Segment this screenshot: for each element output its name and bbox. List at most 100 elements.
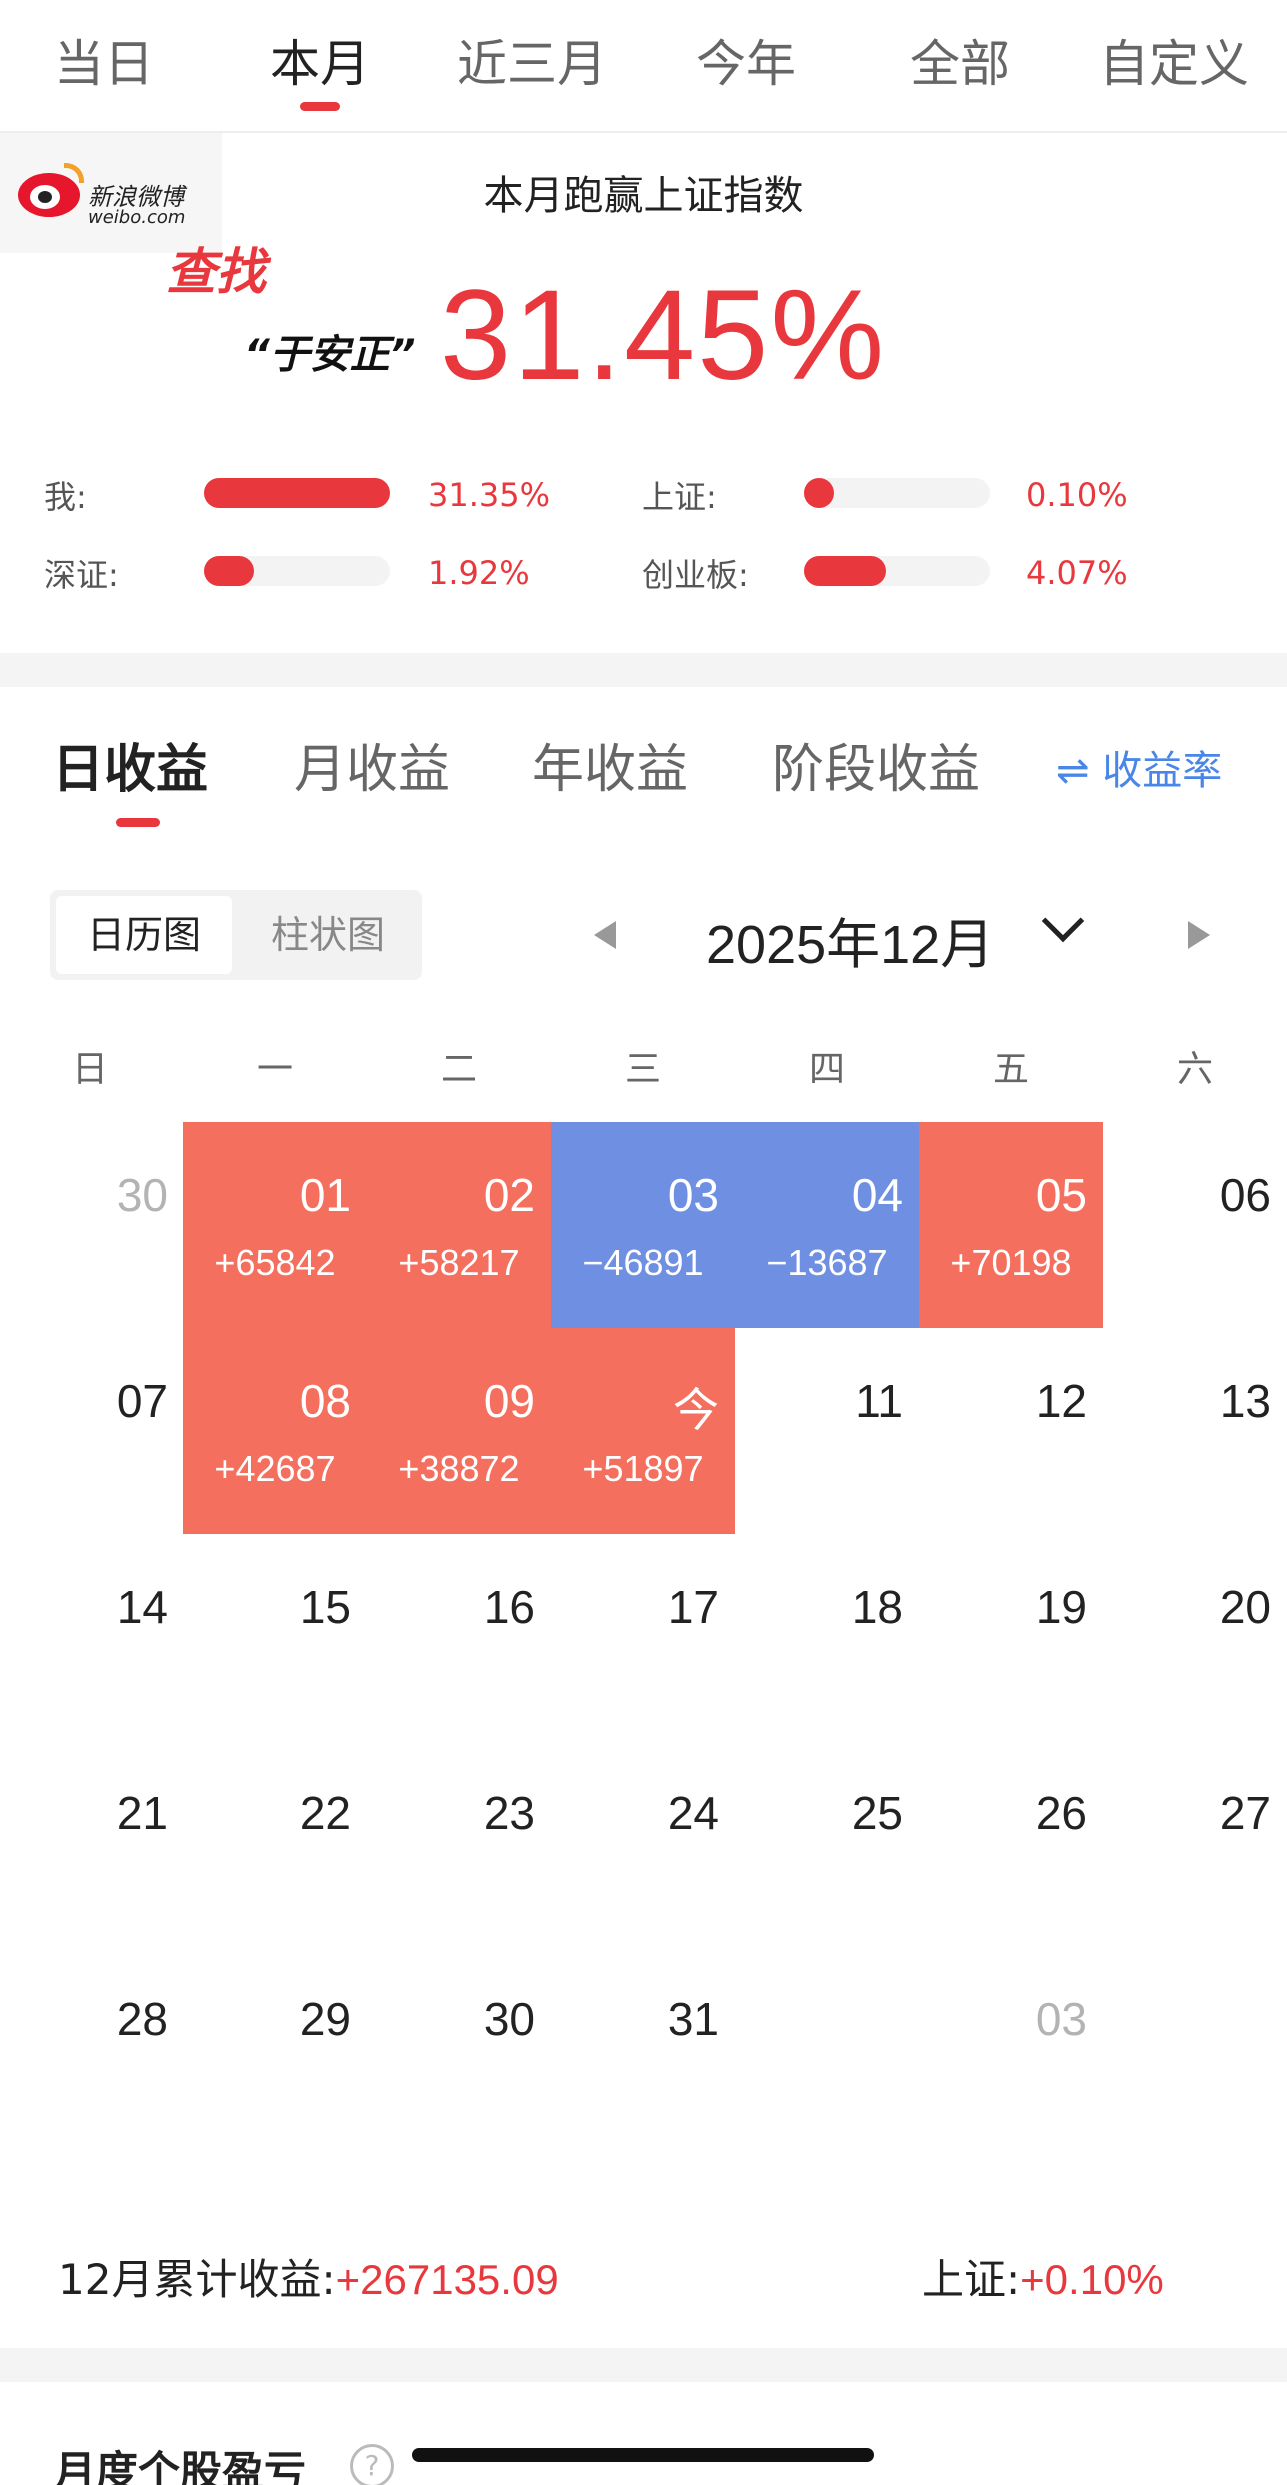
watermark-find-text: 查找 bbox=[166, 243, 266, 301]
calendar-day-return: +58217 bbox=[398, 1242, 520, 1283]
calendar-day-cell[interactable]: 29 bbox=[183, 1946, 367, 2152]
monthly-total: 12月累计收益:+267135.09 bbox=[58, 2246, 559, 2307]
calendar-day-cell[interactable]: 09 +38872 bbox=[367, 1328, 551, 1534]
calendar-day-number: 09 bbox=[483, 1375, 535, 1427]
home-indicator bbox=[412, 2448, 874, 2462]
next-month-icon[interactable] bbox=[1188, 921, 1210, 949]
tab-daily-return[interactable]: 日收益 bbox=[52, 727, 208, 802]
chevron-down-icon[interactable] bbox=[1041, 899, 1085, 943]
tab-today[interactable]: 当日 bbox=[4, 24, 204, 96]
return-rate-toggle[interactable]: ⇌ 收益率 bbox=[1056, 738, 1222, 796]
calendar-day-number: 13 bbox=[1219, 1375, 1271, 1427]
calendar-day-return: +51897 bbox=[582, 1448, 704, 1489]
calendar-day-cell[interactable]: 28 bbox=[0, 1946, 184, 2152]
calendar-day-cell[interactable]: 03 bbox=[919, 1946, 1103, 2152]
calendar-day-number: 18 bbox=[851, 1581, 903, 1633]
calendar-day-cell[interactable]: 11 bbox=[735, 1328, 919, 1534]
prev-month-icon[interactable] bbox=[594, 921, 616, 949]
calendar-day-cell[interactable]: 02 +58217 bbox=[367, 1122, 551, 1328]
calendar-day-number: 16 bbox=[483, 1581, 535, 1633]
calendar-day-return: +38872 bbox=[398, 1448, 520, 1489]
calendar-day-number: 22 bbox=[299, 1787, 351, 1839]
active-return-tab-indicator bbox=[116, 818, 160, 827]
weekday-mon: 一 bbox=[256, 1049, 293, 1090]
calendar-day-cell[interactable]: 20 bbox=[1103, 1534, 1287, 1740]
calendar-day-number: 15 bbox=[299, 1581, 351, 1633]
calendar-day-number: 19 bbox=[1035, 1581, 1087, 1633]
calendar-day-number: 01 bbox=[299, 1169, 351, 1221]
calendar-day-cell[interactable]: 01 +65842 bbox=[183, 1122, 367, 1328]
stat-bar-chinext bbox=[804, 556, 990, 586]
tab-custom[interactable]: 自定义 bbox=[1074, 24, 1274, 96]
calendar-day-number: 03 bbox=[1035, 1993, 1087, 2045]
calendar-day-number: 26 bbox=[1035, 1787, 1087, 1839]
bar-view-button[interactable]: 柱状图 bbox=[240, 896, 416, 974]
calendar-day-return: −13687 bbox=[766, 1242, 888, 1283]
stat-value-chinext: 4.07% bbox=[1026, 554, 1128, 592]
tab-period-return[interactable]: 阶段收益 bbox=[772, 727, 980, 802]
stat-label-shenzhen: 深证: bbox=[44, 556, 119, 594]
calendar-day-cell[interactable]: 14 bbox=[0, 1534, 184, 1740]
calendar-view-button[interactable]: 日历图 bbox=[56, 896, 232, 974]
section-divider bbox=[0, 2348, 1287, 2382]
weekday-sat: 六 bbox=[1176, 1049, 1213, 1090]
calendar-day-cell[interactable]: 18 bbox=[735, 1534, 919, 1740]
section-title: 月度个股盈亏 bbox=[54, 2447, 307, 2485]
calendar-day-number: 今 bbox=[673, 1384, 719, 1436]
calendar-day-cell[interactable]: 30 bbox=[0, 1122, 184, 1328]
calendar-day-number: 30 bbox=[483, 1993, 535, 2045]
calendar-day-cell[interactable]: 30 bbox=[367, 1946, 551, 2152]
calendar-day-cell[interactable]: 12 bbox=[919, 1328, 1103, 1534]
stat-bar-fill bbox=[204, 556, 255, 586]
tab-this-month[interactable]: 本月 bbox=[220, 24, 420, 111]
calendar-day-cell[interactable]: 31 bbox=[551, 1946, 735, 2152]
calendar-day-number: 03 bbox=[667, 1169, 719, 1221]
calendar-day-number: 29 bbox=[299, 1993, 351, 2045]
calendar-day-cell[interactable]: 08 +42687 bbox=[183, 1328, 367, 1534]
calendar-day-number: 04 bbox=[851, 1169, 903, 1221]
calendar-day-cell[interactable]: 13 bbox=[1103, 1328, 1287, 1534]
month-title[interactable]: 2025年12月 bbox=[706, 900, 994, 979]
calendar-day-cell[interactable]: 05 +70198 bbox=[919, 1122, 1103, 1328]
calendar-day-number: 17 bbox=[667, 1581, 719, 1633]
calendar-day-cell[interactable]: 07 bbox=[0, 1328, 184, 1534]
calendar-day-number: 14 bbox=[116, 1581, 168, 1633]
calendar-day-cell[interactable]: 21 bbox=[0, 1740, 184, 1946]
calendar-day-cell[interactable]: 15 bbox=[183, 1534, 367, 1740]
calendar-day-cell[interactable]: 03 −46891 bbox=[551, 1122, 735, 1328]
stat-bar-me bbox=[204, 478, 390, 508]
tab-yearly-return[interactable]: 年收益 bbox=[532, 727, 688, 802]
help-icon[interactable]: ? bbox=[350, 2444, 394, 2485]
shanghai-value: +0.10% bbox=[1020, 2256, 1164, 2303]
view-toggle: 日历图 柱状图 bbox=[50, 890, 422, 980]
calendar-day-cell[interactable]: 06 bbox=[1103, 1122, 1287, 1328]
stat-label-me: 我: bbox=[44, 478, 87, 516]
weekday-thu: 四 bbox=[808, 1049, 845, 1090]
stat-bar-shenzhen bbox=[204, 556, 390, 586]
calendar-day-number: 23 bbox=[483, 1787, 535, 1839]
tab-all[interactable]: 全部 bbox=[860, 24, 1060, 96]
monthly-total-value: +267135.09 bbox=[335, 2256, 559, 2303]
calendar-day-cell[interactable]: 27 bbox=[1103, 1740, 1287, 1946]
tab-monthly-return[interactable]: 月收益 bbox=[294, 727, 450, 802]
calendar-day-cell[interactable]: 今 +51897 bbox=[551, 1328, 735, 1534]
stat-value-me: 31.35% bbox=[428, 476, 551, 514]
tab-this-year[interactable]: 今年 bbox=[646, 24, 846, 96]
active-tab-indicator bbox=[300, 102, 340, 111]
weekday-wed: 三 bbox=[624, 1049, 661, 1090]
calendar-day-cell[interactable]: 17 bbox=[551, 1534, 735, 1740]
calendar-day-cell[interactable]: 22 bbox=[183, 1740, 367, 1946]
calendar-day-cell[interactable]: 26 bbox=[919, 1740, 1103, 1946]
calendar-day-cell[interactable]: 24 bbox=[551, 1740, 735, 1946]
calendar-day-cell[interactable]: 25 bbox=[735, 1740, 919, 1946]
shanghai-label: 上证: bbox=[922, 2255, 1021, 2304]
calendar-day-cell[interactable]: 23 bbox=[367, 1740, 551, 1946]
calendar-day-cell[interactable]: 16 bbox=[367, 1534, 551, 1740]
calendar-day-cell[interactable]: 19 bbox=[919, 1534, 1103, 1740]
section-divider bbox=[0, 653, 1287, 687]
calendar-day-return: +65842 bbox=[214, 1242, 336, 1283]
tab-last-three-months[interactable]: 近三月 bbox=[432, 24, 632, 96]
calendar-day-number: 06 bbox=[1219, 1169, 1271, 1221]
calendar-day-cell[interactable]: 04 −13687 bbox=[735, 1122, 919, 1328]
stat-bar-shanghai bbox=[804, 478, 990, 508]
